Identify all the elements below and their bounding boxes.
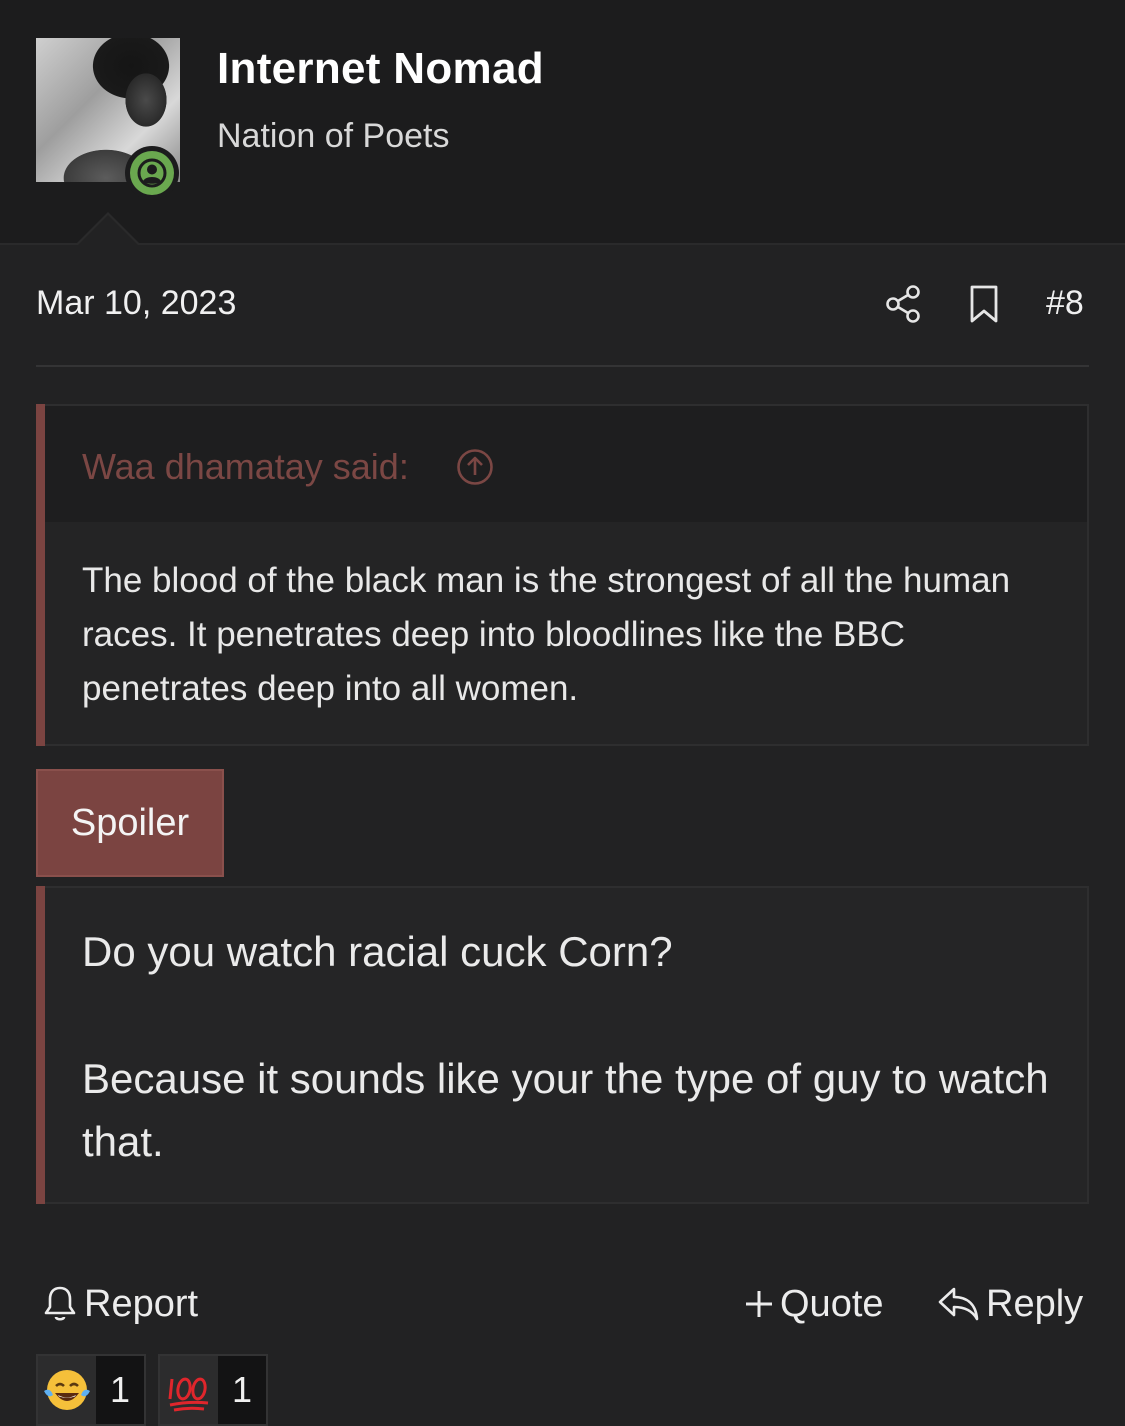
- tears-of-joy-emoji-icon: [44, 1370, 90, 1410]
- report-button[interactable]: Report: [42, 1280, 198, 1328]
- reply-button[interactable]: Reply: [936, 1280, 1083, 1328]
- post-date[interactable]: Mar 10, 2023: [36, 284, 236, 323]
- arrow-up-circle-icon[interactable]: [456, 448, 494, 486]
- report-label: Report: [84, 1282, 199, 1325]
- online-status-badge: [125, 146, 179, 200]
- header-pointer-inner: [78, 215, 138, 245]
- reply-arrow-icon: [938, 1287, 979, 1321]
- reaction-laugh[interactable]: 1: [36, 1354, 146, 1426]
- post-user-header: Internet Nomad Nation of Poets: [0, 0, 1125, 245]
- quote-label: Quote: [780, 1282, 884, 1325]
- spoiler-paragraph: Do you watch racial cuck Corn?: [82, 928, 673, 975]
- quote-block: Waa dhamatay said: The blood of the blac…: [36, 404, 1089, 746]
- spoiler-content: Do you watch racial cuck Corn? Because i…: [36, 886, 1089, 1204]
- bell-icon: [44, 1286, 76, 1321]
- user-title: Nation of Poets: [217, 117, 450, 155]
- spoiler-accent-bar: [36, 886, 45, 1204]
- reaction-count: 1: [96, 1354, 146, 1426]
- spoiler-button[interactable]: Spoiler: [36, 769, 224, 877]
- quote-button[interactable]: Quote: [744, 1280, 884, 1328]
- plus-icon: [746, 1291, 772, 1317]
- reply-label: Reply: [986, 1282, 1084, 1325]
- reaction-100[interactable]: 1: [158, 1354, 268, 1426]
- divider: [36, 365, 1089, 367]
- quote-text: The blood of the black man is the strong…: [82, 561, 1011, 708]
- post-number-link[interactable]: #8: [1046, 284, 1084, 323]
- username[interactable]: Internet Nomad: [217, 44, 544, 94]
- reaction-count: 1: [218, 1354, 268, 1426]
- share-icon[interactable]: [884, 284, 922, 324]
- quote-accent-bar: [36, 404, 45, 746]
- quote-attribution[interactable]: Waa dhamatay said:: [82, 446, 409, 488]
- reactions-bar: 1 1: [36, 1354, 280, 1426]
- bookmark-icon[interactable]: [968, 284, 1000, 324]
- spoiler-paragraph: Because it sounds like your the type of …: [82, 1055, 1049, 1165]
- user-online-icon: [137, 158, 167, 188]
- hundred-points-emoji-icon: [168, 1377, 209, 1412]
